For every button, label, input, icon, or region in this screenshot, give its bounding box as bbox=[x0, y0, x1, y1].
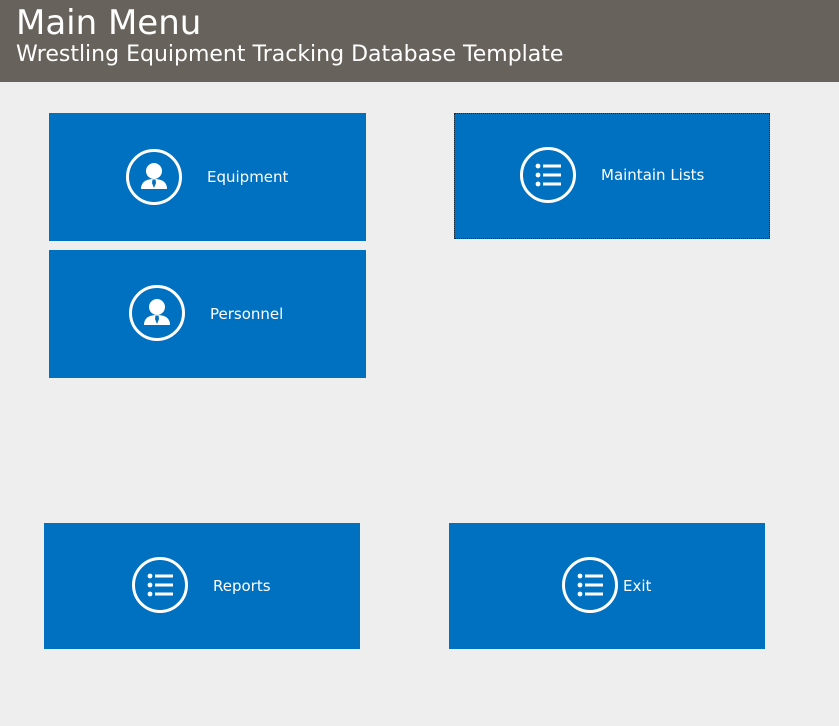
personnel-label: Personnel bbox=[210, 305, 284, 323]
list-icon bbox=[132, 557, 188, 613]
exit-label: Exit bbox=[623, 577, 652, 595]
person-icon bbox=[129, 285, 185, 341]
exit-button[interactable]: Exit bbox=[449, 523, 765, 649]
person-icon bbox=[126, 149, 182, 205]
maintain-lists-button[interactable]: Maintain Lists bbox=[454, 113, 770, 239]
list-icon bbox=[562, 557, 618, 613]
maintain-lists-label: Maintain Lists bbox=[601, 166, 705, 184]
page-title: Main Menu bbox=[16, 3, 202, 43]
equipment-button[interactable]: Equipment bbox=[49, 113, 366, 241]
reports-label: Reports bbox=[213, 577, 271, 595]
list-icon bbox=[520, 147, 576, 203]
page-subtitle: Wrestling Equipment Tracking Database Te… bbox=[16, 42, 564, 67]
personnel-button[interactable]: Personnel bbox=[49, 250, 366, 378]
equipment-label: Equipment bbox=[207, 168, 289, 186]
reports-button[interactable]: Reports bbox=[44, 523, 360, 649]
app-header: Main Menu Wrestling Equipment Tracking D… bbox=[0, 0, 839, 82]
